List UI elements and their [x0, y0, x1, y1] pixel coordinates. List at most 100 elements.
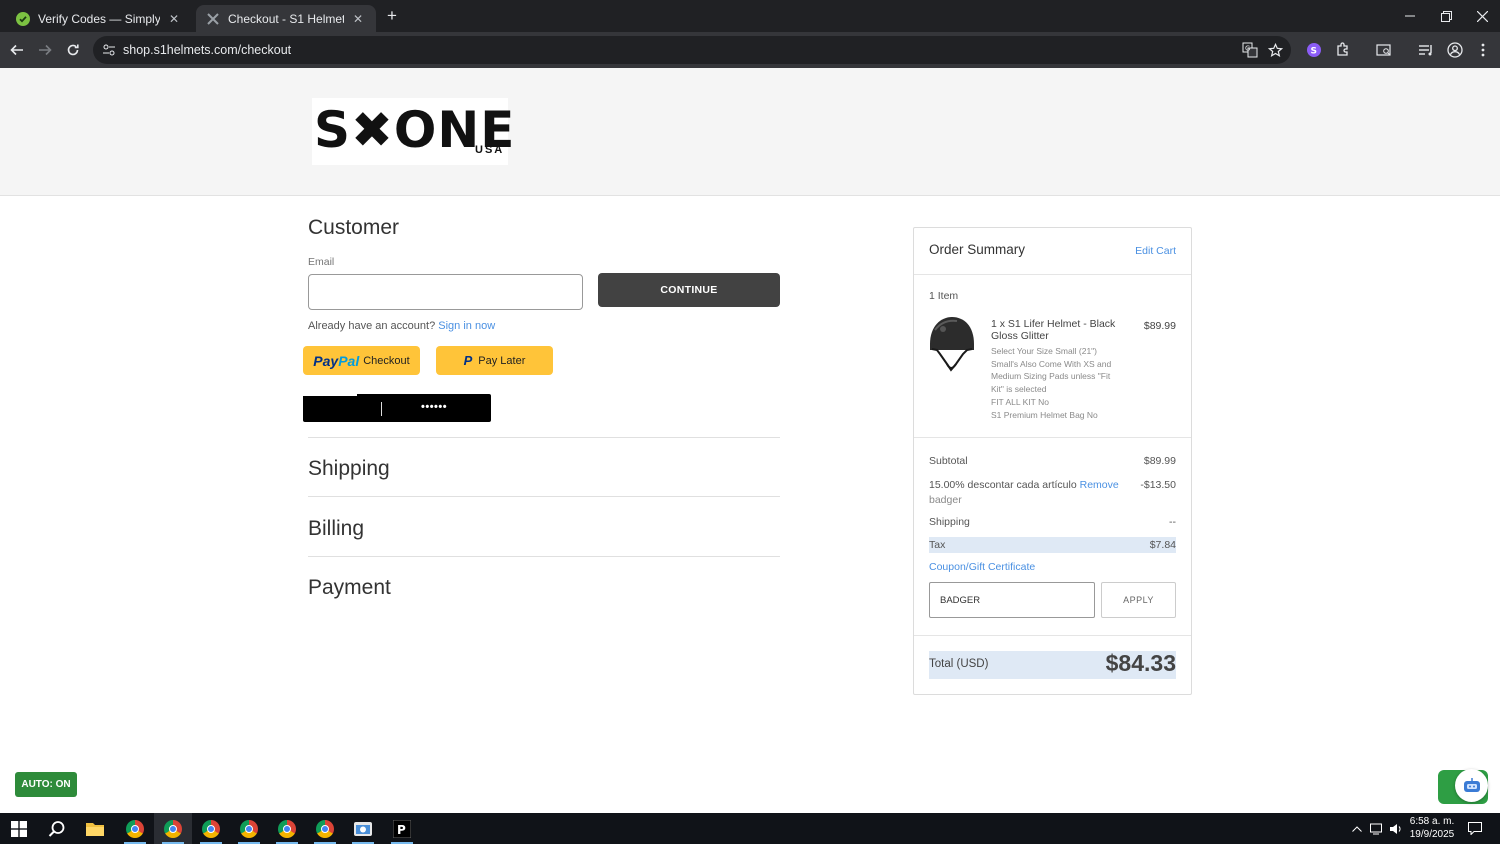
chrome-taskbar-icon[interactable]: [306, 813, 344, 844]
browser-menu-icon[interactable]: [1473, 40, 1493, 60]
sign-in-link[interactable]: Sign in now: [438, 320, 495, 332]
chrome-taskbar-icon[interactable]: [192, 813, 230, 844]
site-info-icon[interactable]: [101, 42, 117, 58]
order-summary: Order Summary Edit Cart 1 Item 1 x S1 Li…: [913, 227, 1192, 695]
chrome-icon: [316, 819, 334, 838]
app-taskbar-icon[interactable]: [344, 813, 382, 844]
tax-row: Tax $7.84: [929, 539, 1176, 551]
customer-heading: Customer: [308, 216, 400, 239]
svg-text:G: G: [1245, 45, 1250, 53]
paypal-checkout-button[interactable]: PayPal Checkout: [303, 346, 420, 375]
product-option: S1 Premium Helmet Bag No: [991, 409, 1098, 420]
volume-icon[interactable]: [1386, 813, 1406, 844]
pay-later-label: Pay Later: [478, 354, 526, 367]
network-icon[interactable]: [1367, 813, 1387, 844]
reload-icon[interactable]: [61, 38, 85, 62]
shipping-row: Shipping --: [929, 516, 1176, 528]
taskbar-clock[interactable]: 6:58 a. m. 19/9/2025: [1404, 815, 1460, 841]
chrome-taskbar-icon[interactable]: [116, 813, 154, 844]
summary-divider: [914, 437, 1191, 438]
chrome-icon: [278, 819, 296, 838]
clock-date: 19/9/2025: [1409, 829, 1455, 840]
s1-logo[interactable]: S✖ONE USA: [312, 98, 514, 165]
section-divider: [308, 496, 780, 497]
coupon-code-input[interactable]: [929, 582, 1095, 618]
apply-coupon-button[interactable]: APPLY: [1101, 582, 1176, 618]
svg-text:P: P: [397, 823, 406, 837]
payment-heading[interactable]: Payment: [308, 576, 391, 600]
chrome-taskbar-icon[interactable]: [268, 813, 306, 844]
alternate-pay-button[interactable]: ••••••: [303, 394, 491, 422]
search-icon[interactable]: [38, 813, 76, 844]
paypal-checkout-label: Checkout: [363, 354, 410, 367]
media-controls-icon[interactable]: [1416, 40, 1436, 60]
product-options: Select Your Size Small (21") Small's Als…: [991, 345, 1116, 421]
url-text: shop.s1helmets.com/checkout: [123, 43, 292, 57]
discount-label: 15.00% descontar cada artículo: [929, 479, 1077, 491]
discount-code: badger: [929, 494, 962, 506]
button-divider: [381, 402, 382, 416]
continue-button[interactable]: CONTINUE: [598, 273, 780, 307]
edit-cart-link[interactable]: Edit Cart: [1135, 245, 1176, 257]
billing-heading[interactable]: Billing: [308, 517, 364, 541]
tab-close-icon[interactable]: ✕: [350, 11, 366, 27]
close-window-icon[interactable]: [1464, 4, 1500, 28]
email-label: Email: [308, 256, 335, 268]
tab-search-icon[interactable]: [1374, 40, 1394, 60]
shipping-value: --: [1169, 516, 1176, 528]
shipping-label: Shipping: [929, 516, 970, 528]
clock-time: 6:58 a. m.: [1409, 816, 1455, 827]
minimize-icon[interactable]: [1392, 4, 1428, 28]
bookmark-star-icon[interactable]: [1265, 40, 1285, 60]
paypal-pay-later-button[interactable]: P Pay Later: [436, 346, 553, 375]
logo-subtext: USA: [475, 144, 505, 156]
subtotal-label: Subtotal: [929, 455, 968, 467]
notifications-icon[interactable]: [1464, 813, 1486, 844]
browser-toolbar: shop.s1helmets.com/checkout G S: [0, 32, 1500, 68]
order-summary-title: Order Summary: [929, 242, 1026, 257]
product-option: FIT ALL KIT No: [991, 396, 1049, 407]
chrome-icon: [164, 819, 182, 838]
svg-text:S: S: [1311, 47, 1317, 57]
profile-avatar-icon[interactable]: [1445, 40, 1465, 60]
restore-icon[interactable]: [1428, 4, 1464, 28]
masked-button-text: ••••••: [421, 401, 448, 413]
file-explorer-icon[interactable]: [76, 813, 114, 844]
tab-checkout[interactable]: Checkout - S1 Helmet Co. Offici ✕: [196, 5, 376, 32]
remove-discount-link[interactable]: Remove: [1080, 479, 1119, 491]
address-bar[interactable]: shop.s1helmets.com/checkout: [93, 36, 1291, 64]
button-accent-line: [303, 394, 357, 396]
section-divider: [308, 437, 780, 438]
tax-value: $7.84: [1149, 539, 1176, 551]
chrome-icon: [202, 819, 220, 838]
tab-title: Verify Codes — SimplyCodes: [38, 11, 160, 26]
tab-simplycodes[interactable]: Verify Codes — SimplyCodes ✕: [6, 5, 192, 32]
forward-icon[interactable]: [33, 38, 57, 62]
shipping-heading[interactable]: Shipping: [308, 457, 390, 481]
extensions-puzzle-icon[interactable]: [1333, 40, 1353, 60]
browser-tabstrip: Verify Codes — SimplyCodes ✕ Checkout - …: [0, 0, 1500, 32]
section-divider: [308, 556, 780, 557]
total-value: $84.33: [1105, 650, 1176, 676]
product-price: $89.99: [1143, 320, 1176, 332]
chat-bot-icon[interactable]: [1455, 769, 1488, 802]
terminal-app-icon[interactable]: P: [383, 813, 421, 844]
chrome-taskbar-icon[interactable]: [154, 813, 192, 844]
auto-toggle-badge[interactable]: AUTO: ON: [15, 772, 77, 797]
translate-icon[interactable]: G: [1240, 40, 1260, 60]
extension-simplycodes-icon[interactable]: S: [1304, 40, 1324, 60]
product-name: 1 x S1 Lifer Helmet - Black Gloss Glitte…: [991, 318, 1116, 342]
email-field[interactable]: [308, 274, 583, 310]
coupon-toggle-link[interactable]: Coupon/Gift Certificate: [929, 561, 1035, 573]
discount-row: 15.00% descontar cada artículo Remove ba…: [929, 478, 1176, 508]
tax-label: Tax: [929, 539, 946, 551]
discount-value: -$13.50: [1140, 479, 1176, 491]
windows-start-icon[interactable]: [0, 813, 38, 844]
tray-overflow-icon[interactable]: [1348, 813, 1366, 844]
back-icon[interactable]: [5, 38, 29, 62]
subtotal-value: $89.99: [1143, 455, 1176, 467]
new-tab-button[interactable]: +: [382, 6, 402, 26]
chrome-taskbar-icon[interactable]: [230, 813, 268, 844]
windows-taskbar: P 6:58 a. m. 19/9/2025: [0, 813, 1500, 844]
tab-close-icon[interactable]: ✕: [166, 11, 182, 27]
